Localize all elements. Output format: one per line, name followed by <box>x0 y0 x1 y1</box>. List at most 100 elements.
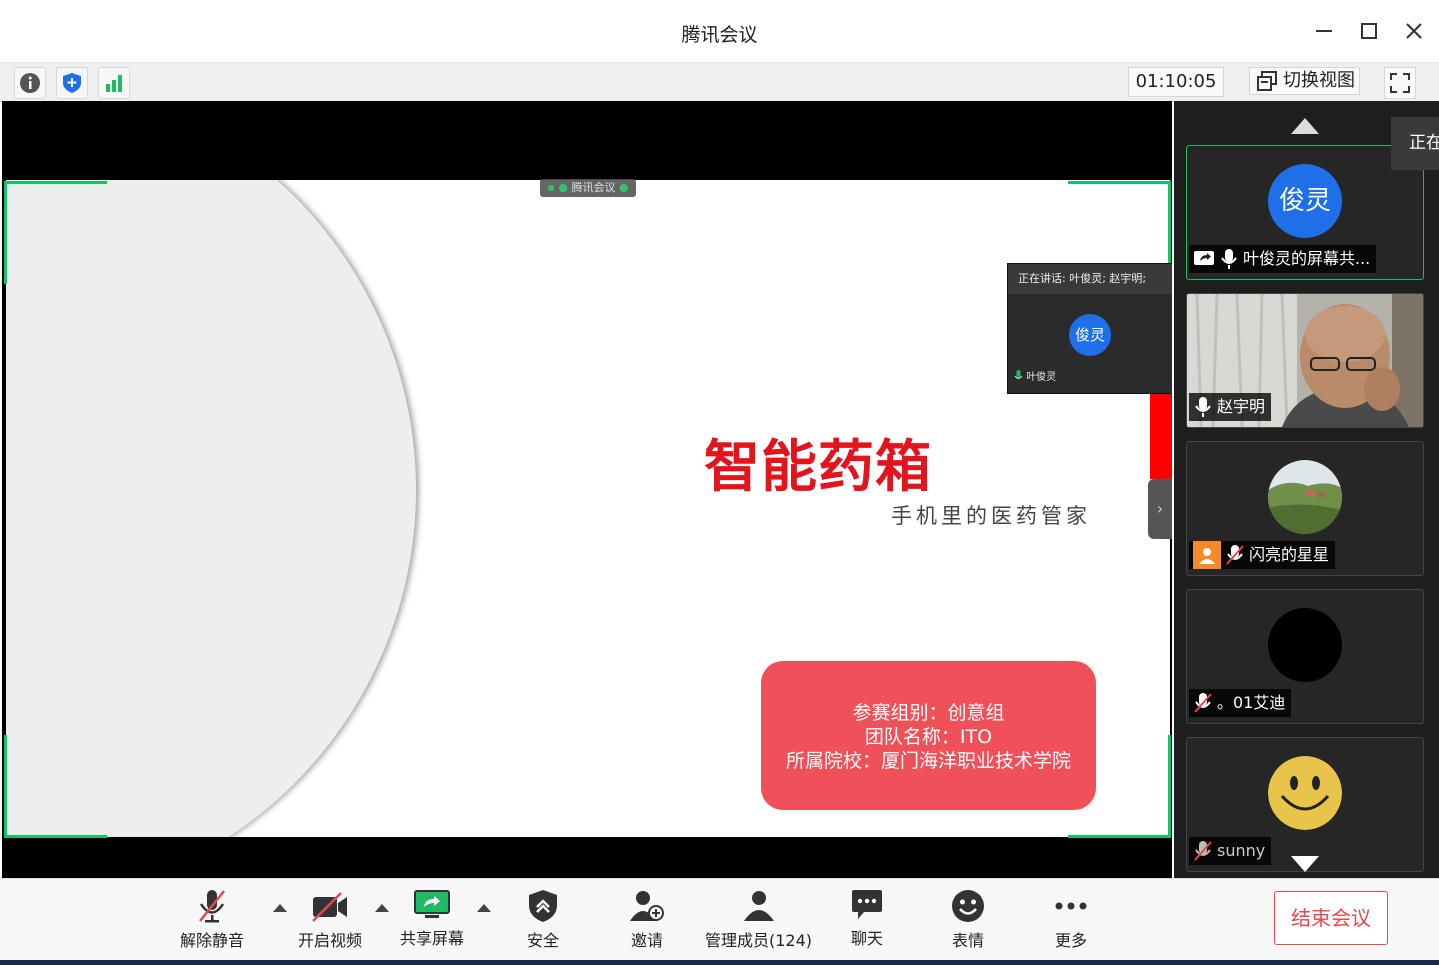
participant-label: 。01艾迪 <box>1189 689 1292 717</box>
reactions-label: 表情 <box>951 931 984 950</box>
speaking-now-tab[interactable]: 正在 <box>1391 117 1439 170</box>
scroll-down-arrow-icon[interactable] <box>1291 856 1319 872</box>
participant-label: 叶俊灵的屏幕共... <box>1189 245 1377 273</box>
participant-tile[interactable]: 俊灵 叶俊灵的屏幕共... <box>1186 145 1424 280</box>
mic-icon <box>1195 397 1211 417</box>
share-corner-bottom-right <box>1068 735 1171 838</box>
switch-view-button[interactable]: 切换视图 <box>1249 67 1360 95</box>
end-meeting-button[interactable]: 结束会议 <box>1274 891 1388 945</box>
close-icon <box>1406 23 1422 39</box>
slide-info-line: 团队名称：ITO <box>864 726 993 748</box>
speaker-name: 叶俊灵 <box>1026 372 1057 383</box>
fullscreen-icon <box>1390 73 1410 93</box>
slide-info-line: 参赛组别：创意组 <box>852 702 1005 724</box>
participant-tile[interactable]: 。01艾迪 <box>1186 589 1424 724</box>
participant-video-list[interactable]: 俊灵 叶俊灵的屏幕共... 赵宇明 闪亮的星星 。01艾迪 sunny <box>1174 101 1439 878</box>
share-screen-icon <box>414 890 450 918</box>
desktop-taskbar-edge <box>0 960 1439 965</box>
slide-title: 智能药箱 <box>704 435 932 500</box>
members-icon <box>743 891 774 921</box>
switch-view-label: 切换视图 <box>1283 70 1355 91</box>
share-options-caret-icon[interactable] <box>477 904 491 912</box>
participant-avatar <box>1268 756 1342 830</box>
minimize-icon <box>1316 30 1332 32</box>
mic-icon <box>1221 249 1237 269</box>
meeting-info-button[interactable] <box>14 67 46 99</box>
invite-label: 邀请 <box>630 931 663 950</box>
audio-options-caret-icon[interactable] <box>273 904 287 912</box>
mic-muted-icon <box>199 890 225 923</box>
person-icon <box>1199 548 1215 564</box>
participant-label: 赵宇明 <box>1189 393 1272 421</box>
speaking-now-header: 正在讲话: 叶俊灵; 赵宇明; <box>1008 264 1172 294</box>
more-button[interactable]: 更多 <box>1053 889 1089 951</box>
meeting-timer: 01:10:05 <box>1128 67 1224 97</box>
mic-muted-icon <box>1194 693 1212 713</box>
signal-icon <box>106 75 122 92</box>
participant-avatar <box>1268 460 1342 534</box>
switch-view-icon <box>1257 71 1277 91</box>
security-shield-icon <box>529 890 557 922</box>
share-screen-button[interactable]: 共享屏幕 <box>400 889 464 949</box>
meeting-toolbar: 01:10:05 切换视图 <box>0 63 1439 102</box>
participant-name: 叶俊灵的屏幕共... <box>1243 249 1371 268</box>
slide-team-info-box: 参赛组别：创意组 团队名称：ITO 所属院校：厦门海洋职业技术学院 <box>761 661 1096 810</box>
participant-tile[interactable]: sunny <box>1186 737 1424 872</box>
chat-button[interactable]: 聊天 <box>850 889 884 949</box>
share-screen-label: 共享屏幕 <box>400 929 465 948</box>
participant-name: 闪亮的星星 <box>1249 545 1330 564</box>
minimize-button[interactable] <box>1311 18 1337 44</box>
emoji-icon <box>952 890 984 922</box>
collapse-sidebar-button[interactable]: › <box>1148 479 1172 539</box>
mic-muted-icon <box>1194 841 1212 861</box>
security-shield-icon <box>63 73 81 93</box>
chat-icon <box>852 890 882 919</box>
more-icon <box>1055 902 1087 910</box>
info-icon <box>20 73 40 93</box>
video-options-caret-icon[interactable] <box>375 904 389 912</box>
add-user-icon <box>630 891 664 921</box>
slide-red-strip <box>1150 391 1172 479</box>
network-status-button[interactable] <box>98 67 130 99</box>
slide-subtitle: 手机里的医药管家 <box>891 504 1091 528</box>
start-video-label: 开启视频 <box>298 931 363 950</box>
shared-screen-stage[interactable]: 智能药箱 手机里的医药管家 参赛组别：创意组 团队名称：ITO 所属院校：厦门海… <box>2 101 1172 878</box>
presentation-slide: 智能药箱 手机里的医药管家 参赛组别：创意组 团队名称：ITO 所属院校：厦门海… <box>6 180 1170 837</box>
invite-button[interactable]: 邀请 <box>629 889 665 951</box>
participant-name: 赵宇明 <box>1217 397 1266 416</box>
speaker-name-row: 叶俊灵 <box>1014 368 1056 383</box>
security-button[interactable]: 安全 <box>527 889 559 951</box>
start-video-button[interactable]: 开启视频 <box>298 889 362 951</box>
participant-name: sunny <box>1217 841 1266 860</box>
participant-label: sunny <box>1189 837 1272 865</box>
reactions-button[interactable]: 表情 <box>951 889 985 951</box>
participant-tile[interactable]: 闪亮的星星 <box>1186 441 1424 576</box>
chat-label: 聊天 <box>850 929 883 948</box>
unmute-button[interactable]: 解除静音 <box>180 889 244 951</box>
sharing-indicator-text: 腾讯会议 <box>571 181 616 194</box>
window-title: 腾讯会议 <box>681 24 758 46</box>
security-label: 安全 <box>527 931 560 950</box>
slide-info-line: 所属院校：厦门海洋职业技术学院 <box>785 750 1071 772</box>
scroll-up-arrow-icon[interactable] <box>1291 118 1319 134</box>
meeting-controls-bar: 解除静音 开启视频 共享屏幕 安全 邀请 管理成员(124) 聊天 表情 更多 … <box>0 878 1439 961</box>
close-button[interactable] <box>1401 18 1427 44</box>
maximize-button[interactable] <box>1356 18 1382 44</box>
speaker-avatar: 俊灵 <box>1069 314 1111 356</box>
unmute-label: 解除静音 <box>180 931 245 950</box>
share-corner-top-left <box>4 181 107 284</box>
host-badge <box>1193 541 1221 569</box>
participant-label: 闪亮的星星 <box>1189 541 1336 569</box>
security-status-button[interactable] <box>56 67 88 99</box>
manage-members-button[interactable]: 管理成员(124) <box>705 889 812 951</box>
more-label: 更多 <box>1054 931 1087 950</box>
maximize-icon <box>1361 23 1377 39</box>
participant-avatar: 俊灵 <box>1268 164 1342 238</box>
video-off-icon <box>312 892 347 922</box>
screen-share-icon <box>1194 251 1214 265</box>
active-speaker-panel[interactable]: 正在讲话: 叶俊灵; 赵宇明; 俊灵 叶俊灵 <box>1007 263 1172 394</box>
participant-tile[interactable]: 赵宇明 <box>1186 293 1424 428</box>
share-corner-bottom-left <box>4 735 107 838</box>
participant-avatar <box>1268 608 1342 682</box>
fullscreen-button[interactable] <box>1384 67 1416 99</box>
